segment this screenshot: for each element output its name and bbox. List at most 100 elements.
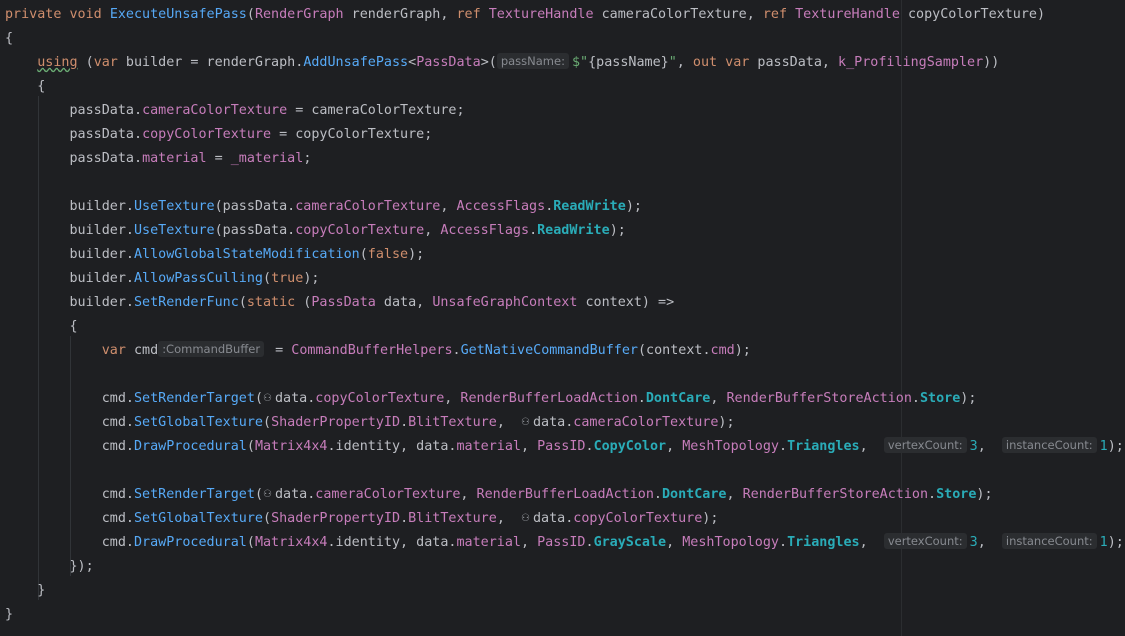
- code-token: (: [359, 247, 368, 262]
- code-token: MeshTopology: [682, 439, 779, 454]
- code-token: out: [692, 55, 718, 70]
- code-line[interactable]: }: [5, 603, 13, 627]
- code-token: ref: [762, 7, 788, 22]
- code-line[interactable]: passData.material = _material;: [5, 147, 311, 171]
- code-token: .identity, data.: [327, 535, 457, 550]
- code-token: .: [653, 487, 662, 502]
- code-token: copyColorTexture: [315, 391, 445, 406]
- code-line[interactable]: cmd.SetGlobalTexture(ShaderPropertyID.Bl…: [5, 507, 719, 531]
- code-line[interactable]: builder.UseTexture(passData.cameraColorT…: [5, 195, 641, 219]
- code-token: ,: [440, 199, 457, 214]
- code-line[interactable]: var cmd:CommandBuffer = CommandBufferHel…: [5, 339, 751, 363]
- code-token: );: [734, 343, 751, 358]
- code-token: static: [246, 295, 296, 310]
- code-token: SetRenderTarget: [134, 391, 255, 406]
- code-token: private: [5, 7, 62, 22]
- code-line[interactable]: using (var builder = renderGraph.AddUnsa…: [5, 51, 999, 75]
- code-token: );: [609, 223, 626, 238]
- code-token: ,: [977, 439, 1002, 454]
- code-line[interactable]: cmd.SetRenderTarget(⚇ data.cameraColorTex…: [5, 483, 993, 507]
- code-line[interactable]: builder.AllowGlobalStateModification(fal…: [5, 243, 424, 267]
- code-token: 1: [1099, 535, 1108, 550]
- code-token: copyColorTexture: [295, 223, 425, 238]
- code-token: ,: [496, 511, 521, 526]
- code-token: .: [529, 223, 538, 238]
- code-token: (: [246, 535, 255, 550]
- code-token: cmd.: [5, 511, 134, 526]
- code-token: using: [37, 55, 78, 70]
- code-token: .: [779, 439, 788, 454]
- code-token: ": [668, 55, 677, 70]
- code-line[interactable]: });: [5, 555, 93, 579]
- code-token: cmd.: [5, 439, 134, 454]
- code-token: k_ProfilingSampler: [838, 55, 984, 70]
- code-token: data.: [532, 511, 574, 526]
- code-token: );: [702, 511, 719, 526]
- code-token: _material: [230, 151, 304, 166]
- code-token: =: [206, 151, 231, 166]
- code-token: .identity, data.: [327, 439, 457, 454]
- code-token: BlitTexture: [408, 511, 497, 526]
- code-token: AccessFlags: [440, 223, 530, 238]
- code-token: cmd: [125, 343, 159, 358]
- code-token: .: [452, 343, 461, 358]
- code-token: .: [928, 487, 937, 502]
- code-token: 1: [1099, 439, 1108, 454]
- code-token: .: [911, 391, 920, 406]
- code-token: {: [5, 31, 14, 46]
- code-token: );: [960, 391, 977, 406]
- code-token: );: [976, 487, 993, 502]
- code-editor[interactable]: private void ExecuteUnsafePass(RenderGra…: [0, 0, 1125, 636]
- code-line[interactable]: cmd.SetRenderTarget(⚇ data.copyColorTextu…: [5, 387, 977, 411]
- code-token: .: [400, 511, 409, 526]
- code-token: MeshTopology: [682, 535, 779, 550]
- code-token: cmd.: [5, 535, 134, 550]
- capture-hint-icon: ⚇: [521, 417, 530, 428]
- code-token: >(: [480, 55, 497, 70]
- code-token: (: [246, 439, 255, 454]
- code-token: $": [571, 55, 589, 70]
- code-token: ,: [521, 439, 538, 454]
- code-token: RenderBufferLoadAction: [460, 391, 638, 406]
- code-token: (: [254, 487, 263, 502]
- code-line[interactable]: }: [5, 579, 45, 603]
- code-line[interactable]: {: [5, 75, 45, 99]
- code-token: Matrix4x4: [254, 439, 328, 454]
- code-token: true: [271, 271, 304, 286]
- code-token: DrawProcedural: [134, 535, 247, 550]
- code-token: );: [303, 271, 320, 286]
- code-line[interactable]: {: [5, 315, 77, 339]
- code-token: cameraColorTexture: [315, 487, 461, 502]
- code-line[interactable]: cmd.SetGlobalTexture(ShaderPropertyID.Bl…: [5, 411, 735, 435]
- code-token: = copyColorTexture;: [271, 127, 433, 142]
- code-token: ,: [521, 535, 538, 550]
- code-token: );: [1107, 439, 1124, 454]
- code-line[interactable]: builder.UseTexture(passData.copyColorTex…: [5, 219, 626, 243]
- code-line[interactable]: private void ExecuteUnsafePass(RenderGra…: [5, 3, 1045, 27]
- code-line[interactable]: passData.copyColorTexture = copyColorTex…: [5, 123, 432, 147]
- parameter-hint: instanceCount:: [1001, 533, 1097, 549]
- code-line[interactable]: cmd.DrawProcedural(Matrix4x4.identity, d…: [5, 435, 1124, 459]
- code-token: ,: [496, 415, 521, 430]
- code-token: (: [263, 511, 272, 526]
- code-token: builder.: [5, 271, 134, 286]
- code-line[interactable]: {: [5, 27, 13, 51]
- code-token: ,: [977, 535, 1002, 550]
- code-token: passData.: [5, 127, 143, 142]
- code-line[interactable]: cmd.DrawProcedural(Matrix4x4.identity, d…: [5, 531, 1124, 555]
- code-token: AddUnsafePass: [303, 55, 409, 70]
- code-line[interactable]: builder.SetRenderFunc(static (PassData d…: [5, 291, 674, 315]
- code-token: cmd.: [5, 487, 134, 502]
- code-token: cmd.: [5, 391, 134, 406]
- code-token: data.: [532, 415, 574, 430]
- code-token: SetGlobalTexture: [134, 415, 263, 430]
- code-line[interactable]: passData.cameraColorTexture = cameraColo…: [5, 99, 464, 123]
- code-token: ,: [710, 391, 727, 406]
- code-line[interactable]: builder.AllowPassCulling(true);: [5, 267, 319, 291]
- code-token: {: [5, 79, 46, 94]
- code-token: cameraColorTexture: [573, 415, 719, 430]
- code-token: GetNativeCommandBuffer: [460, 343, 638, 358]
- code-token: {passName}: [588, 55, 669, 70]
- code-token: RenderBufferStoreAction: [726, 391, 912, 406]
